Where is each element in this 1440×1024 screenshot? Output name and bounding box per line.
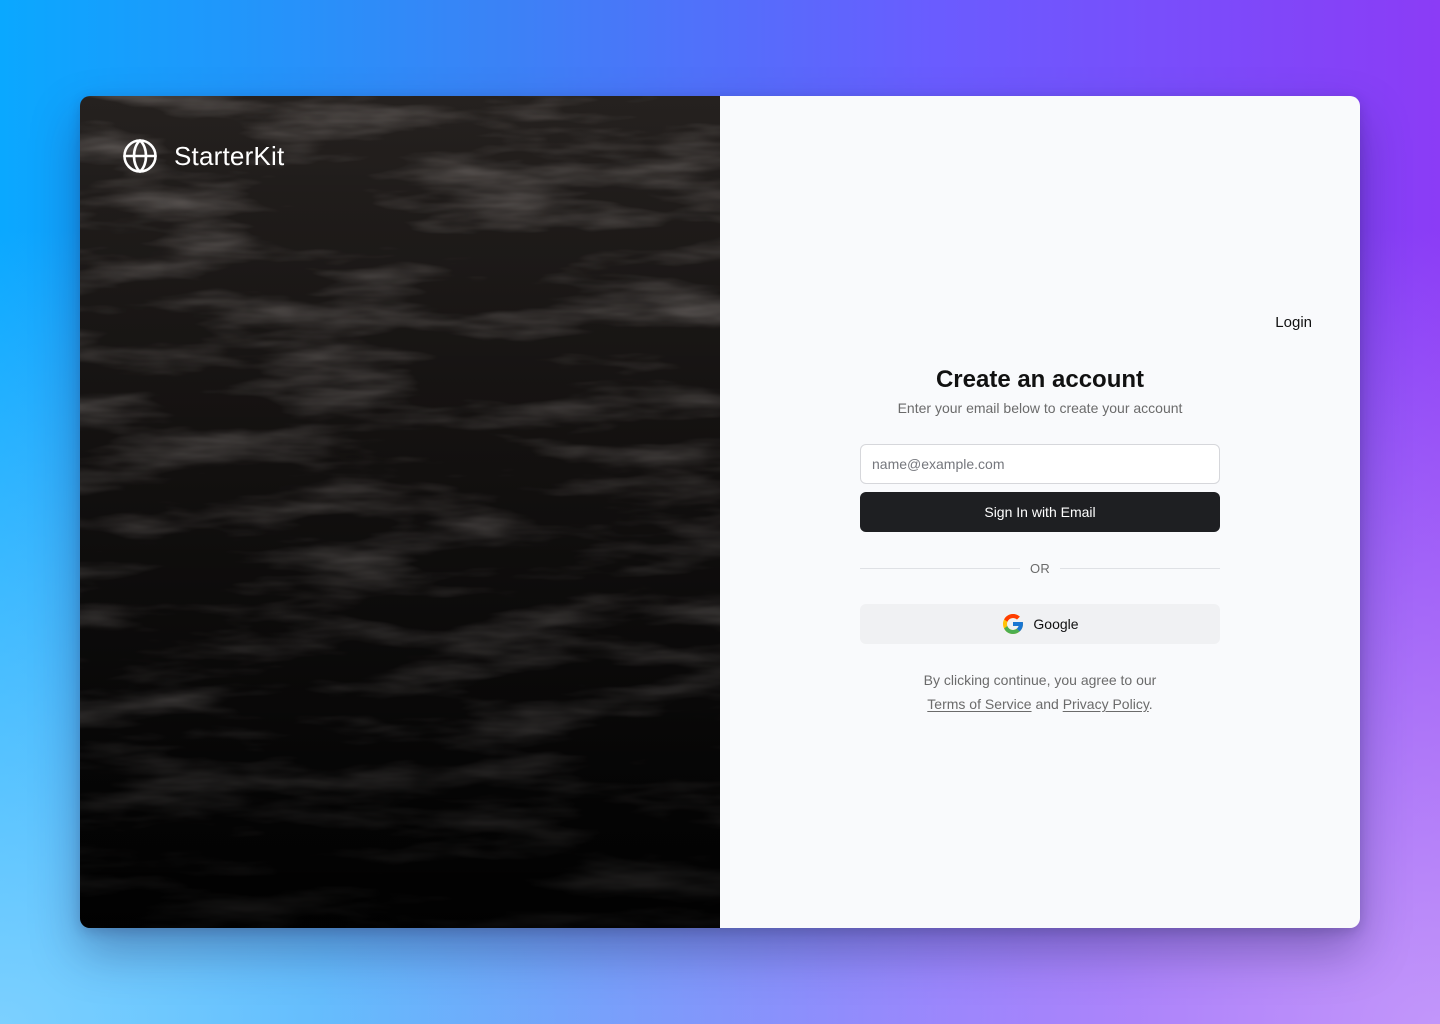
signup-panel: Login Create an account Enter your email… [720,96,1360,928]
app-window: StarterKit Login Create an account Enter… [80,96,1360,928]
globe-icon [123,138,157,174]
divider-line-left [860,567,1020,569]
terms-of-service-link[interactable]: Terms of Service [927,696,1031,712]
login-link[interactable]: Login [1275,314,1312,331]
signup-form: Create an account Enter your email below… [860,364,1221,716]
google-signin-button[interactable]: Google [860,604,1220,644]
privacy-policy-link[interactable]: Privacy Policy [1063,696,1149,712]
water-texture-image [80,96,720,928]
or-divider: OR [860,552,1221,584]
google-icon [1003,614,1024,634]
google-button-label: Google [1033,616,1079,632]
page-subtitle: Enter your email below to create your ac… [897,400,1183,416]
page-title: Create an account [935,366,1145,393]
divider-label: OR [1029,560,1051,576]
brand-name: StarterKit [174,140,285,171]
email-field[interactable] [860,444,1220,484]
sign-in-email-button[interactable]: Sign In with Email [860,492,1220,532]
divider-line-right [1060,567,1221,569]
legal-notice: By clicking continue, you agree to our T… [924,668,1157,716]
brand[interactable]: StarterKit [122,138,284,174]
hero-image-panel: StarterKit [80,96,720,928]
legal-suffix: . [1148,696,1153,712]
legal-prefix: By clicking continue, you agree to our [923,672,1157,688]
legal-and: and [1035,696,1059,712]
